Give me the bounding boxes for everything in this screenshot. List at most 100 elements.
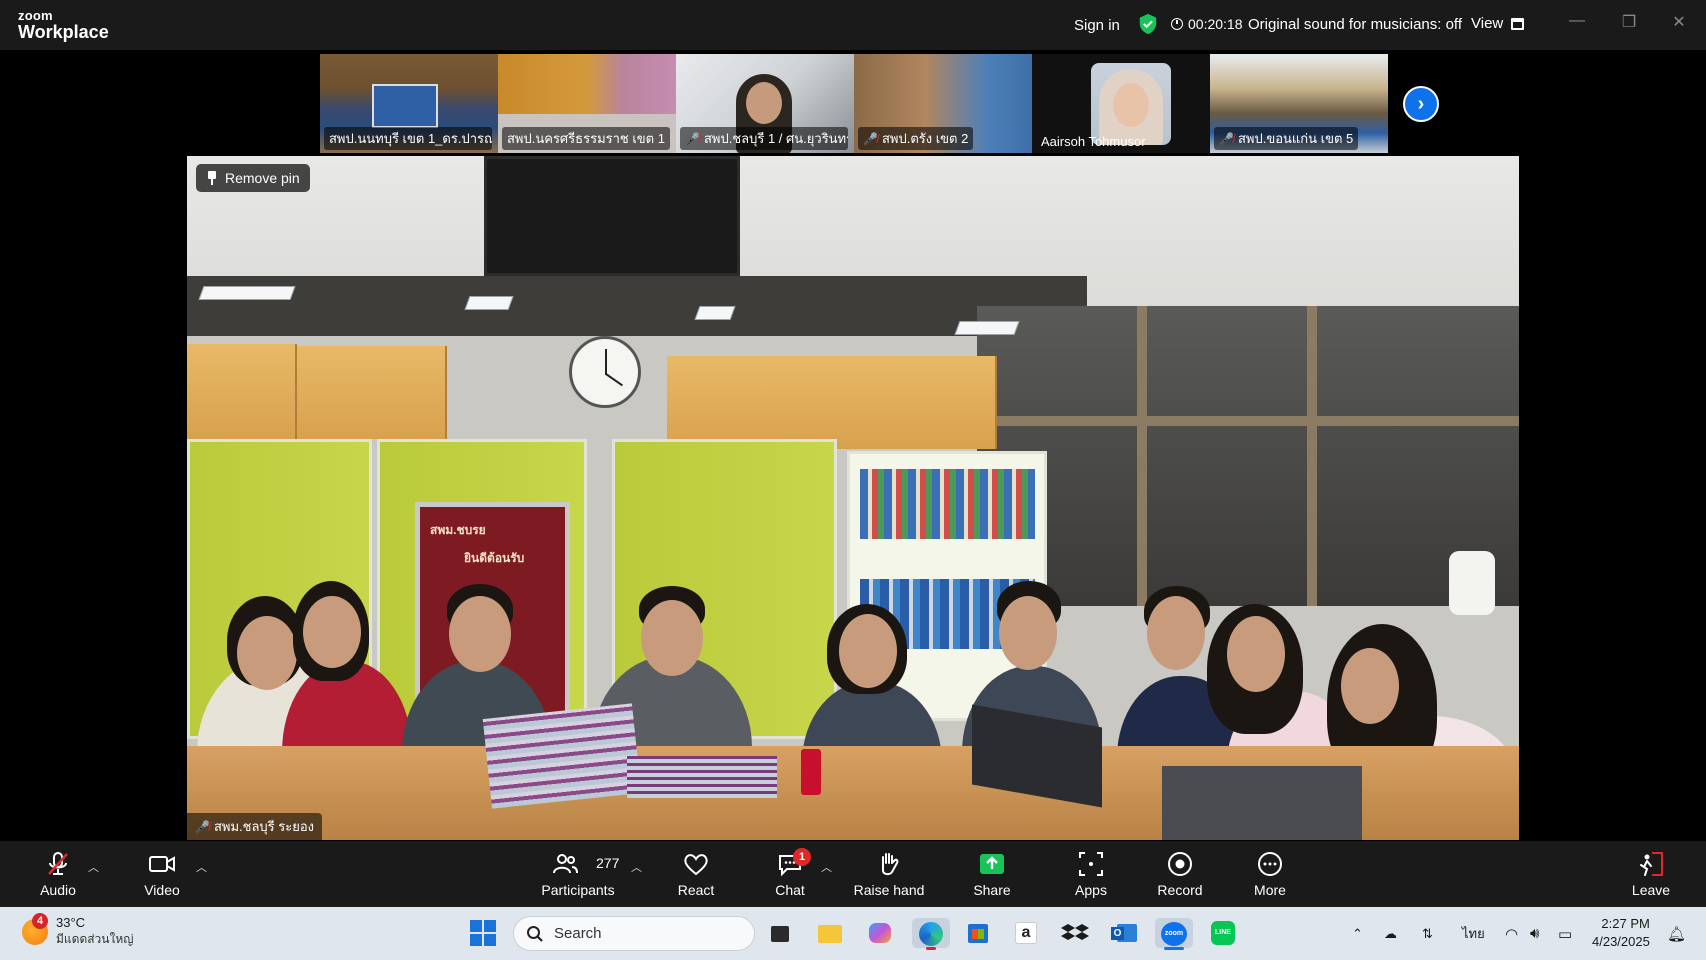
person-face [449, 596, 511, 672]
microsoft-store-icon[interactable] [963, 918, 993, 948]
show-hidden-icons-icon[interactable]: ⌃ [1352, 907, 1363, 960]
remove-pin-label: Remove pin [225, 170, 300, 186]
video-tv [484, 156, 740, 276]
close-icon[interactable]: ✕ [1669, 12, 1689, 32]
mic-muted-icon: 🎤̸ [1219, 131, 1234, 146]
participant-name: สพป.นครศรีธรรมราช เขต 1 [502, 127, 670, 150]
zoom-app-icon[interactable]: zoom [1155, 918, 1193, 950]
weather-temp: 33°C [56, 915, 86, 930]
video-options-caret-icon[interactable]: ︿ [196, 859, 207, 875]
leave-label: Leave [1631, 882, 1671, 898]
volume-icon[interactable]: 🔊︎ [1530, 907, 1539, 960]
taskbar-clock[interactable]: 2:27 PM 4/23/2025 [1592, 915, 1650, 951]
dropbox-icon[interactable] [1060, 918, 1090, 948]
next-page-button[interactable]: › [1403, 86, 1439, 122]
remove-pin-button[interactable]: Remove pin [196, 164, 310, 192]
participant-tile[interactable]: 🎤̸ สพป.ขอนแก่น เขต 5 [1210, 54, 1388, 153]
participant-name: Aairsoh Tohmusor [1041, 134, 1146, 149]
encryption-shield-icon[interactable] [1137, 13, 1159, 35]
edge-browser-icon[interactable] [912, 918, 950, 950]
participant-tile[interactable]: สพป.นนทบุรี เขต 1_ดร.ปารณ... [320, 54, 498, 153]
speaker-name-label: 🎤̸ สพม.ชลบุรี ระยอง [187, 813, 323, 840]
network-status-icon[interactable]: ⇅ [1422, 907, 1433, 960]
heart-icon [684, 854, 708, 876]
person-face [1341, 648, 1399, 724]
minimize-icon[interactable]: — [1567, 12, 1587, 32]
original-sound-status[interactable]: Original sound for musicians: off [1248, 16, 1462, 33]
active-speaker-video[interactable]: สพม.ชบรย ยินดีต้อนรับ 🎤̸ สพม.ชลบุรี ระยอ… [187, 156, 1519, 840]
participants-icon [553, 854, 578, 874]
share-button[interactable]: Share [968, 841, 1016, 907]
participant-count: 277 [596, 855, 620, 871]
task-view-icon[interactable] [765, 918, 795, 948]
chat-label: Chat [775, 882, 805, 898]
clock-time: 2:27 PM [1601, 916, 1650, 931]
cardboard-box [667, 356, 997, 449]
clock-date: 4/23/2025 [1592, 934, 1650, 949]
ceiling-light [954, 321, 1020, 335]
notifications-bell-icon[interactable]: 🔔︎ [1667, 907, 1686, 960]
file-explorer-icon[interactable] [815, 918, 845, 948]
video-label: Video [144, 882, 180, 898]
wifi-icon[interactable]: ◠ [1505, 907, 1518, 960]
mic-muted-icon: 🎤̸ [685, 131, 700, 146]
participant-strip: สพป.นนทบุรี เขต 1_ดร.ปารณ... สพป.นครศรีธ… [320, 54, 1388, 153]
restore-icon[interactable]: ❐ [1619, 12, 1639, 32]
more-dots-icon [1258, 852, 1282, 876]
react-button[interactable]: React [672, 841, 720, 907]
video-camera-icon [149, 856, 175, 872]
meeting-toolbar: Audio ︿ Video ︿ Participants 277 ︿ React… [0, 841, 1706, 907]
participants-button[interactable]: Participants [540, 841, 616, 907]
mic-muted-icon: 🎤̸ [863, 131, 878, 146]
participant-tile[interactable]: 🎤̸ สพป.ชลบุรี 1 / ศน.ยุวรินทร์ [676, 54, 854, 153]
more-button[interactable]: More [1246, 841, 1294, 907]
onedrive-cloud-icon[interactable]: ☁ [1384, 907, 1397, 960]
outlook-icon[interactable]: O [1109, 918, 1139, 948]
battery-icon[interactable]: ▭ [1558, 907, 1572, 960]
video-feed-face [746, 82, 782, 124]
taskbar-search[interactable]: Search [513, 916, 755, 951]
participant-tile[interactable]: Aairsoh Tohmusor [1032, 54, 1210, 153]
line-app-icon[interactable]: LINE [1208, 918, 1238, 948]
more-label: More [1254, 882, 1286, 898]
video-button[interactable]: Video [140, 841, 184, 907]
document-stack [482, 703, 642, 809]
leave-button[interactable]: Leave [1627, 841, 1675, 907]
pin-icon [206, 171, 218, 185]
person-face [641, 600, 703, 676]
participant-name: 🎤̸ สพป.ชลบุรี 1 / ศน.ยุวรินทร์ [680, 127, 848, 150]
sign-in-link[interactable]: Sign in [1074, 0, 1120, 50]
poster-line2: ยินดีต้อนรับ [464, 551, 525, 565]
audio-label: Audio [40, 882, 76, 898]
timer-text: 00:20:18 [1188, 16, 1243, 32]
person-face [839, 614, 897, 688]
person-face [999, 596, 1057, 670]
audio-options-caret-icon[interactable]: ︿ [88, 859, 99, 875]
participant-tile[interactable]: สพป.นครศรีธรรมราช เขต 1 [498, 54, 676, 153]
share-label: Share [973, 882, 1011, 898]
participant-tile[interactable]: 🎤̸ สพป.ตรัง เขต 2 [854, 54, 1032, 153]
participant-name: สพป.นนทบุรี เขต 1_ดร.ปารณ... [324, 127, 492, 150]
chevron-right-icon: › [1417, 92, 1425, 115]
video-wall [187, 276, 1087, 336]
laptop [1162, 766, 1362, 840]
input-language[interactable]: ไทย [1462, 907, 1485, 960]
ceiling-light [694, 306, 736, 320]
search-icon [527, 925, 543, 942]
windows-start-icon[interactable] [470, 920, 496, 946]
participants-options-caret-icon[interactable]: ︿ [631, 859, 642, 875]
chat-options-caret-icon[interactable]: ︿ [821, 859, 832, 875]
record-button[interactable]: Record [1155, 841, 1205, 907]
person-face [1227, 616, 1285, 692]
weather-widget[interactable]: 4 33°C มีแดดส่วนใหญ่ [22, 913, 134, 949]
raise-hand-button[interactable]: Raise hand [853, 841, 925, 907]
brand-bottom: Workplace [18, 22, 109, 42]
search-placeholder: Search [554, 925, 602, 942]
apps-button[interactable]: Apps [1067, 841, 1115, 907]
amazon-icon[interactable]: a [1011, 918, 1041, 948]
view-button[interactable]: View [1471, 15, 1525, 32]
audio-button[interactable]: Audio [36, 841, 80, 907]
copilot-icon[interactable] [865, 918, 895, 948]
chat-unread-badge: 1 [793, 848, 811, 866]
document-stack [627, 756, 777, 798]
